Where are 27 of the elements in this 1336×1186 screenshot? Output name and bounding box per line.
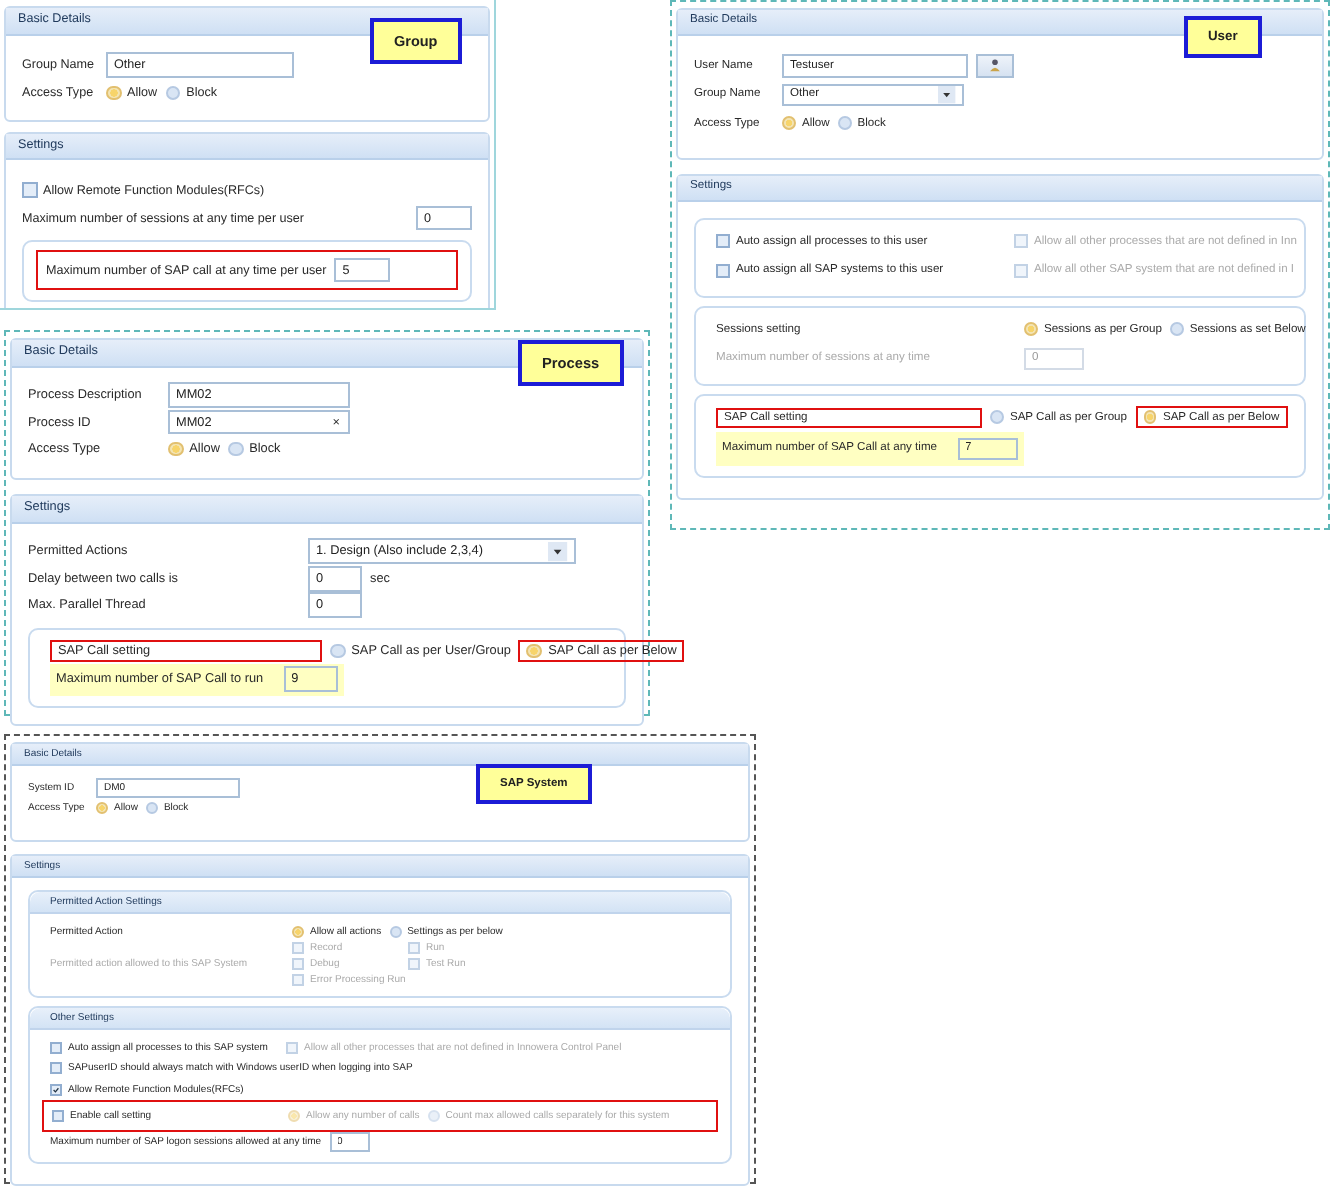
caret-icon xyxy=(938,86,956,104)
checkbox[interactable] xyxy=(716,234,730,249)
radio-button[interactable] xyxy=(227,441,244,457)
caret-icon xyxy=(548,542,568,562)
radio-button[interactable] xyxy=(145,802,158,815)
radio-button[interactable] xyxy=(837,116,852,131)
radio-button[interactable] xyxy=(526,643,543,659)
radio-button[interactable] xyxy=(782,116,796,131)
checkbox[interactable] xyxy=(50,1083,62,1096)
radio-button[interactable] xyxy=(1024,322,1038,337)
radio-button[interactable] xyxy=(1169,322,1184,337)
radio-button[interactable] xyxy=(1143,410,1157,425)
checkbox[interactable] xyxy=(50,1062,62,1075)
checkbox[interactable] xyxy=(22,182,38,198)
radio-button[interactable] xyxy=(292,925,304,938)
pick-user-button[interactable] xyxy=(976,53,1014,78)
radio-button[interactable] xyxy=(330,643,346,659)
checkbox[interactable] xyxy=(52,1109,64,1122)
radio-button[interactable] xyxy=(106,85,122,101)
radio-button[interactable] xyxy=(168,441,184,457)
checkbox[interactable] xyxy=(50,1042,62,1055)
radio-button[interactable] xyxy=(96,802,108,815)
radio-button[interactable] xyxy=(165,85,181,101)
radio-button[interactable] xyxy=(990,410,1004,425)
radio-button[interactable] xyxy=(389,925,402,938)
checkbox[interactable] xyxy=(716,263,730,278)
person-icon xyxy=(987,58,1002,73)
